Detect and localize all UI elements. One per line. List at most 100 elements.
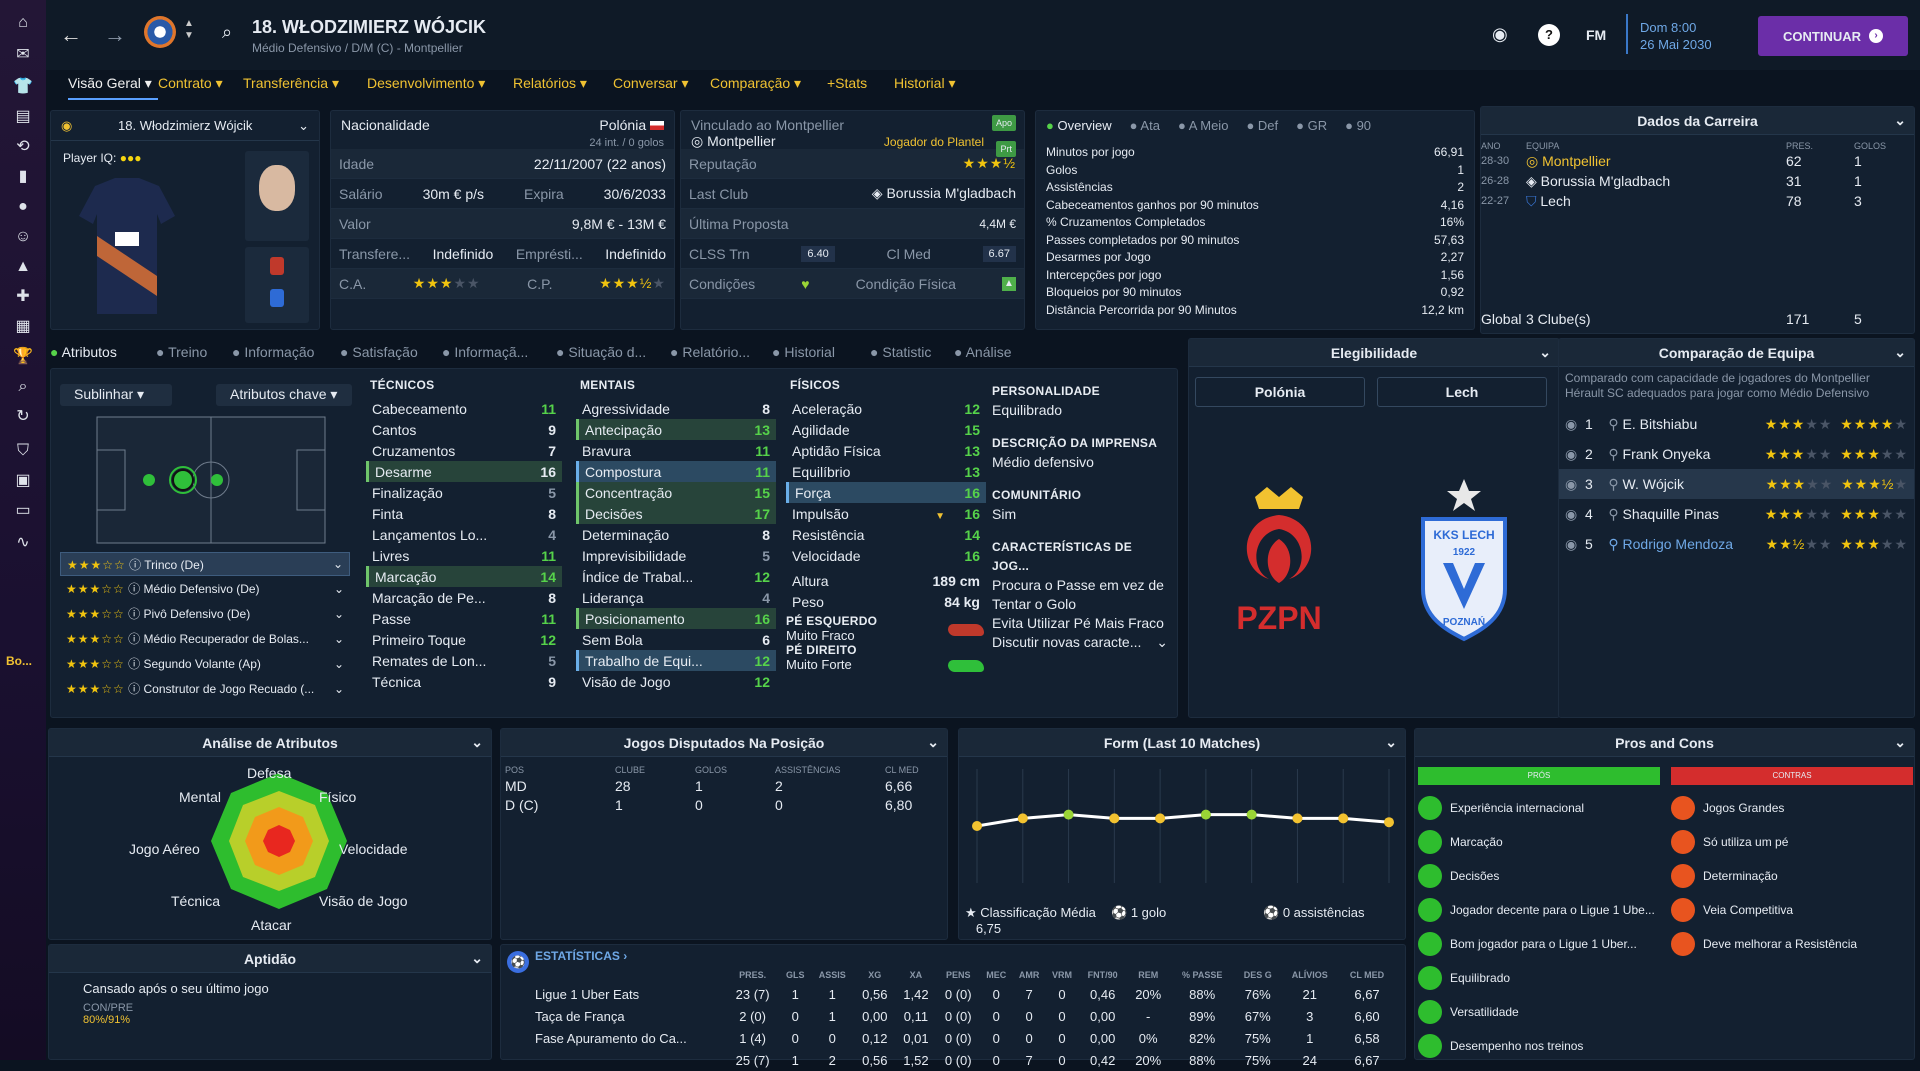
attr-row[interactable]: Marcação de Pe... 8 [366, 587, 562, 608]
attr-row[interactable]: Velocidade 16 [786, 545, 986, 566]
eligibility-header[interactable]: Elegibilidade ⌄ [1189, 339, 1559, 367]
attr-row[interactable]: Livres 11 [366, 545, 562, 566]
stats-col-header[interactable]: ALÍVIOS [1281, 967, 1340, 983]
form-point[interactable] [1292, 813, 1303, 824]
attr-row[interactable]: Marcação 14 [366, 566, 562, 587]
medical-icon[interactable]: ● [11, 196, 35, 218]
subtab-satisfaction[interactable]: ● Satisfação [340, 344, 442, 360]
scouting-icon[interactable]: ▲ [11, 256, 35, 278]
comparison-row[interactable]: ◉ 4 ⚲ Shaquille Pinas ★★★★★ ★★★★★ [1559, 499, 1914, 529]
staff-icon[interactable]: ☺ [11, 226, 35, 248]
home-icon[interactable]: ⌂ [11, 12, 35, 34]
stats-col-header[interactable]: ASSIS [810, 967, 854, 983]
attr-row[interactable]: Trabalho de Equi... 12 [576, 650, 776, 671]
tab-overview[interactable]: Visão Geral ▾ [68, 75, 158, 100]
stats-row[interactable]: Taça de França 2 (0) 0 1 0,00 0,11 0 (0) 0 0 0 0,0… [535, 1005, 1395, 1027]
stats-col-header[interactable]: DES G [1235, 967, 1281, 983]
attr-row[interactable]: Finta 8 [366, 503, 562, 524]
shield-icon[interactable]: ⛉ [11, 440, 35, 462]
back-icon[interactable]: ← [60, 22, 82, 48]
stats-col-header[interactable]: XG [854, 967, 895, 983]
stats-col-header[interactable]: MEC [980, 967, 1013, 983]
tab-reports[interactable]: Relatórios ▾ [513, 75, 613, 100]
attr-row[interactable]: Compostura 11 [576, 461, 776, 482]
schedule-icon[interactable]: ▦ [11, 316, 35, 338]
pros-cons-header[interactable]: Pros and Cons ⌄ [1415, 729, 1914, 757]
tab-history[interactable]: Historial ▾ [894, 75, 974, 100]
key-attributes-dropdown[interactable]: Atributos chave ▾ [216, 384, 352, 406]
stats-row[interactable]: Ligue 1 Uber Eats 23 (7) 1 1 0,56 1,42 0 (0) 0 7… [535, 983, 1395, 1005]
analysis-header[interactable]: Análise de Atributos ⌄ [49, 729, 491, 757]
sidebar-tail-label[interactable]: Bo... [6, 654, 32, 668]
overview-tab-overview[interactable]: ● Overview [1046, 118, 1112, 133]
attr-row[interactable]: Desarme 16 [366, 461, 562, 482]
stats-icon[interactable]: ∿ [11, 532, 35, 554]
tab-talk[interactable]: Conversar ▾ [613, 75, 710, 100]
career-row[interactable]: 26-28 ◈ Borussia M'gladbach 31 1 [1481, 171, 1914, 191]
stats-row[interactable]: Fase Apuramento do Ca... 1 (4) 0 0 0,12 0,01 0… [535, 1027, 1395, 1049]
attr-row[interactable]: Posicionamento 16 [576, 608, 776, 629]
stats-col-header[interactable]: PRES. [725, 967, 780, 983]
inbox-icon[interactable]: ✉ [11, 44, 35, 66]
attr-row[interactable]: Passe 11 [366, 608, 562, 629]
role-row[interactable]: ★★★☆☆ ⓘ Médio Defensivo (De) ⌄ [60, 576, 350, 601]
form-point[interactable] [1063, 809, 1074, 820]
attr-row[interactable]: Agilidade 15 [786, 419, 986, 440]
overview-tab-attack[interactable]: ● Ata [1130, 118, 1160, 133]
subtab-training[interactable]: ● Treino [156, 344, 232, 360]
refresh-icon[interactable]: ↻ [11, 406, 35, 428]
comparison-row[interactable]: ◉ 2 ⚲ Frank Onyeka ★★★★★ ★★★★★ [1559, 439, 1914, 469]
tactics-icon[interactable]: ▤ [11, 106, 35, 128]
form-point[interactable] [1338, 813, 1349, 824]
form-point[interactable] [1017, 813, 1028, 824]
attr-row[interactable]: Índice de Trabal... 12 [576, 566, 776, 587]
form-point[interactable] [1109, 813, 1120, 824]
comparison-row[interactable]: ◉ 1 ⚲ E. Bitshiabu ★★★★★ ★★★★★ [1559, 409, 1914, 439]
stats-row[interactable]: 25 (7) 1 2 0,56 1,52 0 (0) 0 7 0 0,42 20% 88% 75% 24 6… [535, 1049, 1395, 1071]
stats-col-header[interactable]: AMR [1012, 967, 1045, 983]
positions-row[interactable]: D (C) 1 0 0 6,80 [501, 796, 947, 815]
comparison-row[interactable]: ◉ 5 ⚲ Rodrigo Mendoza ★★½★★ ★★★★★ [1559, 529, 1914, 559]
tab-comparison[interactable]: Comparação ▾ [710, 75, 827, 100]
positions-header[interactable]: Jogos Disputados Na Posição ⌄ [501, 729, 947, 757]
stats-col-header[interactable]: VRM [1046, 967, 1079, 983]
comparison-header[interactable]: Comparação de Equipa ⌄ [1559, 339, 1914, 367]
highlight-dropdown[interactable]: Sublinhar ▾ [60, 384, 172, 406]
training-icon[interactable]: ⟲ [11, 136, 35, 158]
competitions-icon[interactable]: 🏆 [11, 346, 35, 368]
player-select[interactable]: ◉ 18. Włodzimierz Wójcik ⌄ [51, 111, 319, 141]
club-crest-icon[interactable] [144, 16, 176, 48]
continue-button[interactable]: CONTINUAR › [1758, 16, 1908, 56]
role-row[interactable]: ★★★☆☆ ⓘ Construtor de Jogo Recuado (... ⌄ [60, 676, 350, 701]
attr-row[interactable]: Agressividade 8 [576, 398, 776, 419]
transfers-icon[interactable]: ✚ [11, 286, 35, 308]
attr-row[interactable]: Cruzamentos 7 [366, 440, 562, 461]
subtab-report[interactable]: ● Relatório... [670, 344, 772, 360]
attr-row[interactable]: Imprevisibilidade 5 [576, 545, 776, 566]
role-row[interactable]: ★★★☆☆ ⓘ Trinco (De) ⌄ [60, 552, 350, 576]
career-header[interactable]: Dados da Carreira ⌄ [1481, 107, 1914, 135]
updown-icon[interactable]: ▲ ▼ [184, 18, 194, 42]
attr-row[interactable]: Remates de Lon... 5 [366, 650, 562, 671]
dynamics-icon[interactable]: ▮ [11, 166, 35, 188]
subtab-information[interactable]: ● Informação [232, 344, 340, 360]
overview-tab-midfield[interactable]: ● A Meio [1178, 118, 1229, 133]
positions-row[interactable]: MD 28 1 2 6,66 [501, 777, 947, 796]
attr-row[interactable]: Antecipação 13 [576, 419, 776, 440]
search-icon[interactable]: ⌕ [11, 376, 35, 398]
tab-stats[interactable]: +Stats [827, 75, 894, 100]
role-row[interactable]: ★★★☆☆ ⓘ Segundo Volante (Ap) ⌄ [60, 651, 350, 676]
squad-icon[interactable]: 👕 [11, 76, 35, 98]
attr-row[interactable]: Impulsão ▼ 16 [786, 503, 986, 524]
attr-row[interactable]: Visão de Jogo 12 [576, 671, 776, 692]
attr-row[interactable]: Resistência 14 [786, 524, 986, 545]
tab-development[interactable]: Desenvolvimento ▾ [367, 75, 513, 100]
player-search-icon[interactable]: ⌕ [222, 22, 232, 43]
briefcase-icon[interactable]: ▣ [11, 470, 35, 492]
attr-row[interactable]: Equilíbrio 13 [786, 461, 986, 482]
stats-col-header[interactable]: GLS [780, 967, 810, 983]
attr-row[interactable]: Concentração 15 [576, 482, 776, 503]
tab-contract[interactable]: Contrato ▾ [158, 75, 243, 100]
eligibility-nation-button[interactable]: Polónia [1195, 377, 1365, 407]
attr-row[interactable]: Finalização 5 [366, 482, 562, 503]
